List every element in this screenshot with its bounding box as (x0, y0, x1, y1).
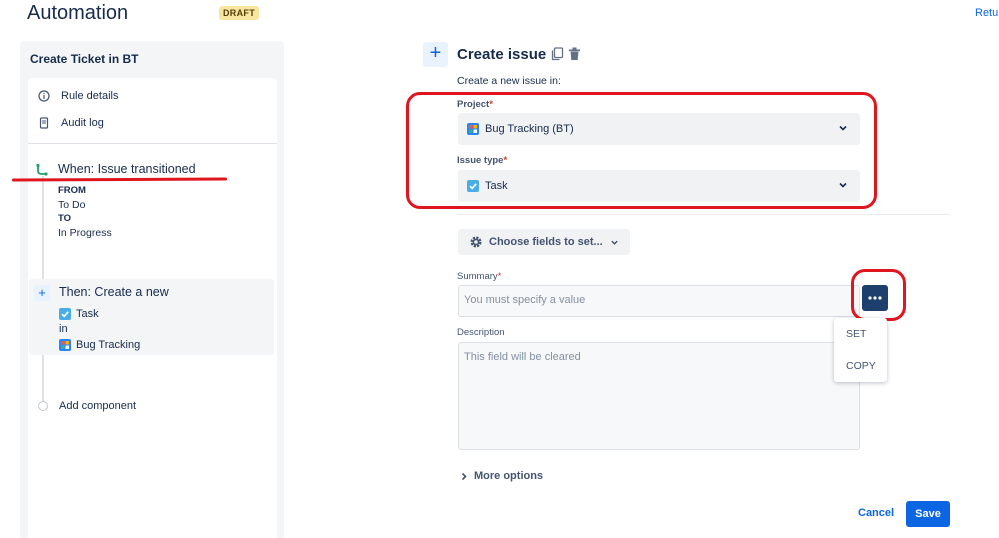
info-icon (37, 89, 51, 103)
gear-icon (469, 235, 483, 249)
more-options-label: More options (474, 470, 544, 482)
copy-icon[interactable] (551, 47, 564, 66)
choose-fields-label: Choose fields to set... (489, 236, 603, 248)
form-subtitle: Create a new issue in: (457, 75, 561, 87)
form-title: Create issue (457, 46, 547, 63)
branch-icon (35, 163, 49, 177)
summary-label: Summary* (457, 271, 502, 282)
bug-tracking-icon (59, 339, 71, 351)
audit-log-label: Audit log (61, 117, 104, 129)
summary-input[interactable]: You must specify a value (458, 285, 860, 317)
trigger-from-status: To Do (58, 199, 86, 211)
description-textarea[interactable]: This field will be cleared (458, 342, 860, 450)
rule-name: Create Ticket in BT (30, 52, 139, 66)
document-icon (37, 116, 51, 130)
action-title: Then: Create a new (59, 285, 169, 299)
save-button[interactable]: Save (906, 501, 950, 527)
action-project: Bug Tracking (59, 339, 140, 351)
checkbox-icon (59, 308, 71, 320)
draft-badge: DRAFT (219, 6, 259, 20)
add-component-dot (38, 401, 48, 411)
rule-details-link[interactable]: Rule details (37, 89, 118, 103)
menu-item-set[interactable]: SET (846, 328, 866, 340)
sidebar-divider (28, 143, 277, 144)
action-in-label: in (59, 323, 68, 335)
set-copy-menu: SET COPY (834, 318, 887, 382)
form-divider (457, 214, 950, 215)
audit-log-link[interactable]: Audit log (37, 116, 104, 130)
trash-icon[interactable] (568, 47, 581, 66)
more-options-toggle[interactable]: More options (460, 470, 543, 482)
return-link[interactable]: Retu (975, 7, 998, 19)
add-component-link[interactable]: Add component (59, 400, 136, 412)
action-issue-type: Task (59, 308, 99, 320)
choose-fields-button[interactable]: Choose fields to set... (458, 229, 630, 255)
action-project-label: Bug Tracking (76, 339, 141, 351)
trigger-to-status: In Progress (58, 227, 112, 239)
rule-details-label: Rule details (61, 90, 119, 102)
chevron-right-icon (460, 472, 468, 481)
action-issue-type-label: Task (76, 308, 99, 320)
trigger-to-label: TO (58, 213, 72, 224)
trigger-title[interactable]: When: Issue transitioned (58, 162, 196, 176)
chevron-down-icon (610, 238, 619, 247)
description-label: Description (457, 327, 505, 338)
annotation-box-project (406, 92, 877, 209)
plus-icon: + (34, 285, 50, 301)
cancel-button[interactable]: Cancel (858, 507, 894, 519)
trigger-from-label: FROM (58, 185, 86, 196)
form-actions (551, 47, 581, 66)
annotation-box-more (851, 269, 906, 321)
plus-icon: + (423, 42, 448, 67)
menu-item-copy[interactable]: COPY (846, 360, 876, 372)
page-title: Automation (27, 2, 129, 24)
